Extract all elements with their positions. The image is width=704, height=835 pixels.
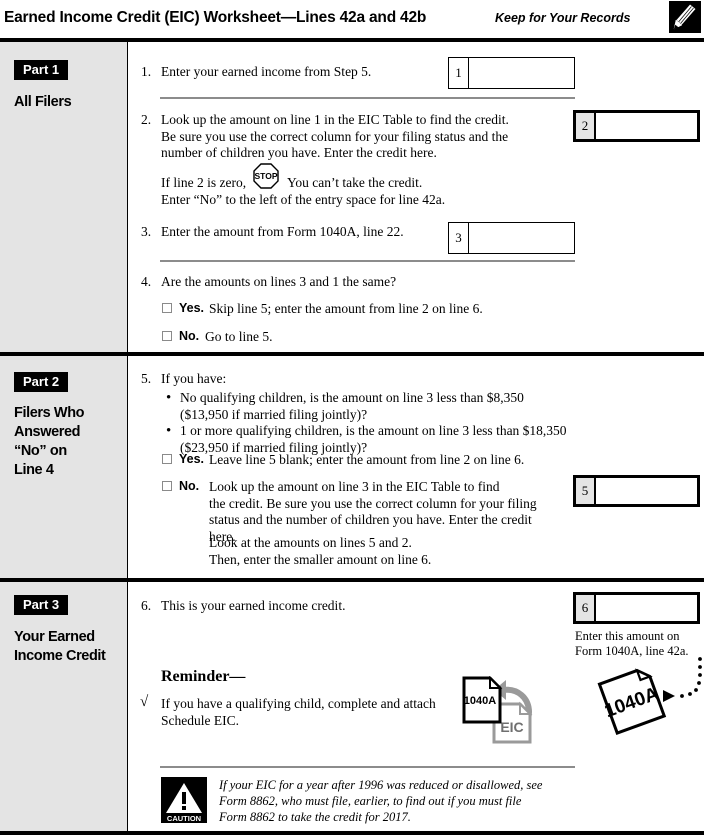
amount-box-1-field[interactable] <box>469 58 574 88</box>
line-4-no-label: No. <box>179 329 200 343</box>
line-5-no-checkbox[interactable] <box>162 481 172 491</box>
part3-divider <box>0 578 704 582</box>
line-3-text: Enter the amount from Form 1040A, line 2… <box>161 224 404 239</box>
line-5-number: 5. <box>141 371 152 386</box>
amount-box-5[interactable]: 5 <box>573 475 700 507</box>
stop-sign-icon: STOP <box>253 163 279 189</box>
sidebar-part1 <box>0 42 127 352</box>
line-1-text: Enter your earned income from Step 5. <box>161 64 372 79</box>
sidebar-part3 <box>0 582 127 831</box>
line-5-yes-label: Yes. <box>179 452 205 466</box>
amount-box-3[interactable]: 3 <box>448 222 575 254</box>
part-3-tag: Part 3 <box>14 595 69 615</box>
form-1040a-pointer-icon: 1040A <box>595 655 704 735</box>
separator-1 <box>160 97 575 99</box>
sidebar-divider-2 <box>127 356 128 578</box>
amount-box-5-number: 5 <box>576 478 596 504</box>
line-5-bullet-1: No qualifying children, is the amount on… <box>180 390 524 422</box>
line-4-number: 4. <box>141 274 152 289</box>
line-3-number: 3. <box>141 224 152 239</box>
line-2-number: 2. <box>141 112 152 127</box>
part-2-tag: Part 2 <box>14 372 69 392</box>
separator-3 <box>160 766 575 768</box>
reminder-text: If you have a qualifying child, complete… <box>161 696 436 728</box>
line-5-note: Look at the amounts on lines 5 and 2. Th… <box>209 535 432 567</box>
line-1-number: 1. <box>141 64 152 79</box>
part-3-subtitle: Your Earned Income Credit <box>14 629 106 664</box>
reminder-heading: Reminder— <box>161 668 246 685</box>
part-2-subtitle: Filers Who Answered “No” on Line 4 <box>14 405 85 478</box>
sidebar-divider-1 <box>127 42 128 352</box>
pencil-icon <box>669 1 701 33</box>
bullet-icon-2: • <box>166 423 172 439</box>
amount-box-3-field[interactable] <box>469 223 574 253</box>
amount-box-2[interactable]: 2 <box>573 110 700 142</box>
line-4-yes-text: Skip line 5; enter the amount from line … <box>209 301 483 316</box>
separator-2 <box>160 260 575 262</box>
eic-icon-label: EIC <box>500 719 523 735</box>
caution-text: If your EIC for a year after 1996 was re… <box>219 778 543 824</box>
part-1-tag: Part 1 <box>14 60 69 80</box>
line-5-no-label: No. <box>179 479 200 493</box>
part-1-subtitle: All Filers <box>14 94 72 110</box>
line-4-yes-label: Yes. <box>179 301 205 315</box>
check-icon: √ <box>140 694 149 710</box>
line-6-text: This is your earned income credit. <box>161 598 346 613</box>
line-2-text: Look up the amount on line 1 in the EIC … <box>161 112 509 160</box>
worksheet-page: Earned Income Credit (EIC) Worksheet—Lin… <box>0 0 704 835</box>
amount-box-3-number: 3 <box>449 223 469 253</box>
line-2-stop-prefix: If line 2 is zero, <box>161 175 247 190</box>
line-4-no-text: Go to line 5. <box>205 329 273 344</box>
sidebar-divider-3 <box>127 582 128 831</box>
page-title: Earned Income Credit (EIC) Worksheet—Lin… <box>4 9 427 26</box>
form-1040a-icon-label: 1040A <box>464 695 496 707</box>
line-4-no-checkbox[interactable] <box>162 331 172 341</box>
line-6-number: 6. <box>141 598 152 613</box>
line-4-yes-checkbox[interactable] <box>162 303 172 313</box>
line-4-text: Are the amounts on lines 3 and 1 the sam… <box>161 274 397 289</box>
part2-divider <box>0 352 704 356</box>
attach-schedule-eic-icon: EIC 1040A <box>448 675 548 748</box>
caution-icon: CAUTION <box>161 777 207 823</box>
amount-box-2-field[interactable] <box>596 113 697 139</box>
page-header: Earned Income Credit (EIC) Worksheet—Lin… <box>0 0 704 38</box>
line-5-yes-checkbox[interactable] <box>162 454 172 464</box>
footer-divider <box>0 831 704 835</box>
caution-icon-label: CAUTION <box>167 814 201 823</box>
svg-text:STOP: STOP <box>255 171 278 181</box>
bullet-icon-1: • <box>166 390 172 406</box>
amount-box-2-number: 2 <box>576 113 596 139</box>
line-2-stop-suffix: You can’t take the credit. <box>287 175 423 190</box>
line-5-text: If you have: <box>161 371 227 386</box>
amount-box-6[interactable]: 6 <box>573 592 700 624</box>
amount-box-6-field[interactable] <box>596 595 697 621</box>
line-5-yes-text: Leave line 5 blank; enter the amount fro… <box>209 452 525 467</box>
keep-for-records-note: Keep for Your Records <box>495 11 631 25</box>
amount-box-5-field[interactable] <box>596 478 697 504</box>
amount-box-1[interactable]: 1 <box>448 57 575 89</box>
amount-box-1-number: 1 <box>449 58 469 88</box>
line-2-stop-note: Enter “No” to the left of the entry spac… <box>161 192 446 207</box>
amount-box-6-number: 6 <box>576 595 596 621</box>
